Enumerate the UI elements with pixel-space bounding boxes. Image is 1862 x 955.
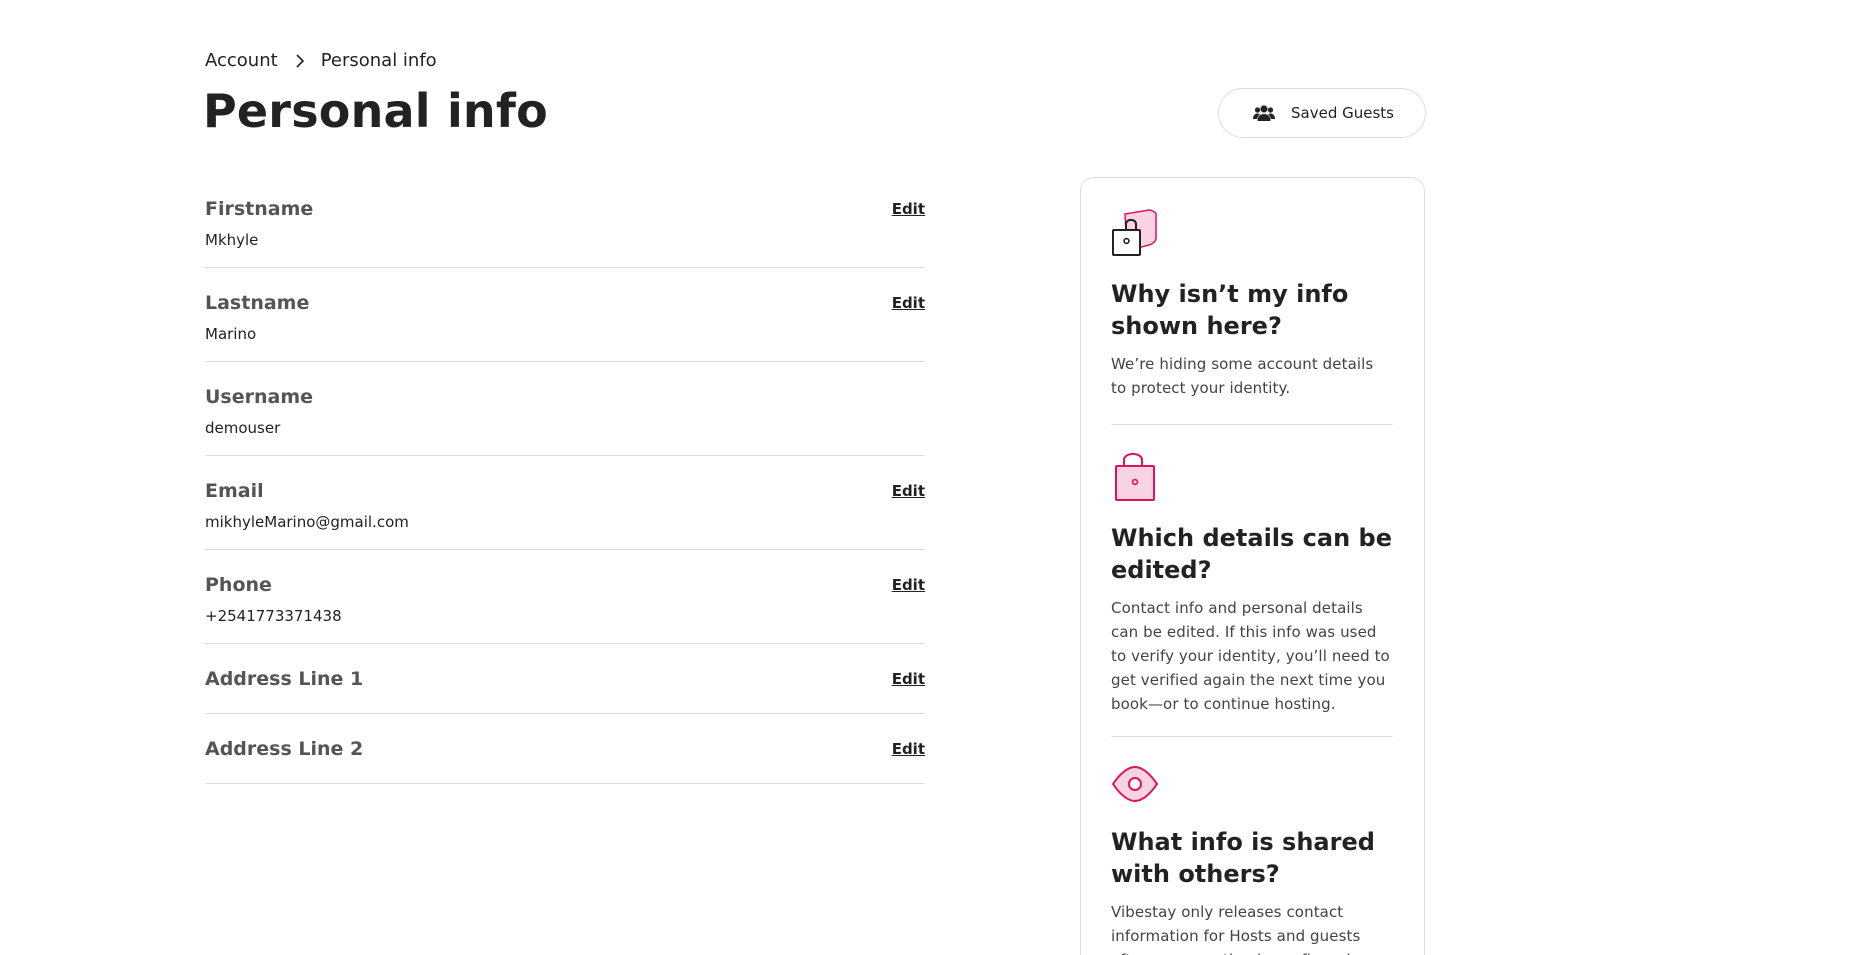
edit-lastname-button[interactable]: Edit xyxy=(892,294,925,312)
breadcrumb: Account Personal info xyxy=(205,50,437,71)
field-lastname: Lastname Marino Edit xyxy=(205,268,925,362)
info-section-body: Vibestay only releases contact informati… xyxy=(1111,903,1361,955)
field-value: demouser xyxy=(205,419,281,437)
info-card: Why isn’t my info shown here? We’re hidi… xyxy=(1080,177,1425,955)
info-section-shared: What info is shared with others? Vibesta… xyxy=(1111,762,1393,955)
field-phone: Phone +2541773371438 Edit xyxy=(205,550,925,644)
info-section-editable: Which details can be edited? Contact inf… xyxy=(1111,450,1393,716)
breadcrumb-account-link[interactable]: Account xyxy=(205,50,278,71)
field-label: Username xyxy=(205,386,314,408)
edit-firstname-button[interactable]: Edit xyxy=(892,200,925,218)
field-firstname: Firstname Mkhyle Edit xyxy=(205,174,925,268)
lock-shield-icon xyxy=(1111,208,1393,262)
chevron-right-icon xyxy=(295,53,305,69)
edit-address-line-1-button[interactable]: Edit xyxy=(892,670,925,688)
field-value: +2541773371438 xyxy=(205,607,342,625)
field-email: Email mikhyleMarino@gmail.com Edit xyxy=(205,456,925,550)
eye-icon xyxy=(1111,762,1393,810)
saved-guests-label: Saved Guests xyxy=(1291,104,1394,122)
page-title: Personal info xyxy=(203,84,548,138)
info-section-why-hidden: Why isn’t my info shown here? We’re hidi… xyxy=(1111,208,1393,400)
edit-phone-button[interactable]: Edit xyxy=(892,576,925,594)
field-label: Address Line 1 xyxy=(205,668,364,690)
users-icon xyxy=(1253,104,1275,122)
info-section-title: Which details can be edited? xyxy=(1111,524,1392,584)
info-section-body: We’re hiding some account details to pro… xyxy=(1111,355,1374,397)
field-label: Lastname xyxy=(205,292,310,314)
field-value: Marino xyxy=(205,325,257,343)
padlock-icon xyxy=(1111,450,1393,506)
field-address-line-2: Address Line 2 Edit xyxy=(205,714,925,784)
saved-guests-button[interactable]: Saved Guests xyxy=(1218,88,1426,138)
divider xyxy=(1111,424,1393,425)
info-section-title: What info is shared with others? xyxy=(1111,828,1375,888)
edit-email-button[interactable]: Edit xyxy=(892,482,925,500)
field-label: Address Line 2 xyxy=(205,738,364,760)
field-value: mikhyleMarino@gmail.com xyxy=(205,513,409,531)
field-label: Phone xyxy=(205,574,272,596)
field-value: Mkhyle xyxy=(205,231,259,249)
edit-address-line-2-button[interactable]: Edit xyxy=(892,740,925,758)
info-section-body: Contact info and personal details can be… xyxy=(1111,599,1390,713)
field-label: Firstname xyxy=(205,198,314,220)
field-address-line-1: Address Line 1 Edit xyxy=(205,644,925,714)
info-section-title: Why isn’t my info shown here? xyxy=(1111,280,1349,340)
field-username: Username demouser xyxy=(205,362,925,456)
breadcrumb-current: Personal info xyxy=(320,50,437,71)
field-label: Email xyxy=(205,480,264,502)
divider xyxy=(1111,736,1393,737)
personal-info-fields: Firstname Mkhyle Edit Lastname Marino Ed… xyxy=(205,174,925,784)
